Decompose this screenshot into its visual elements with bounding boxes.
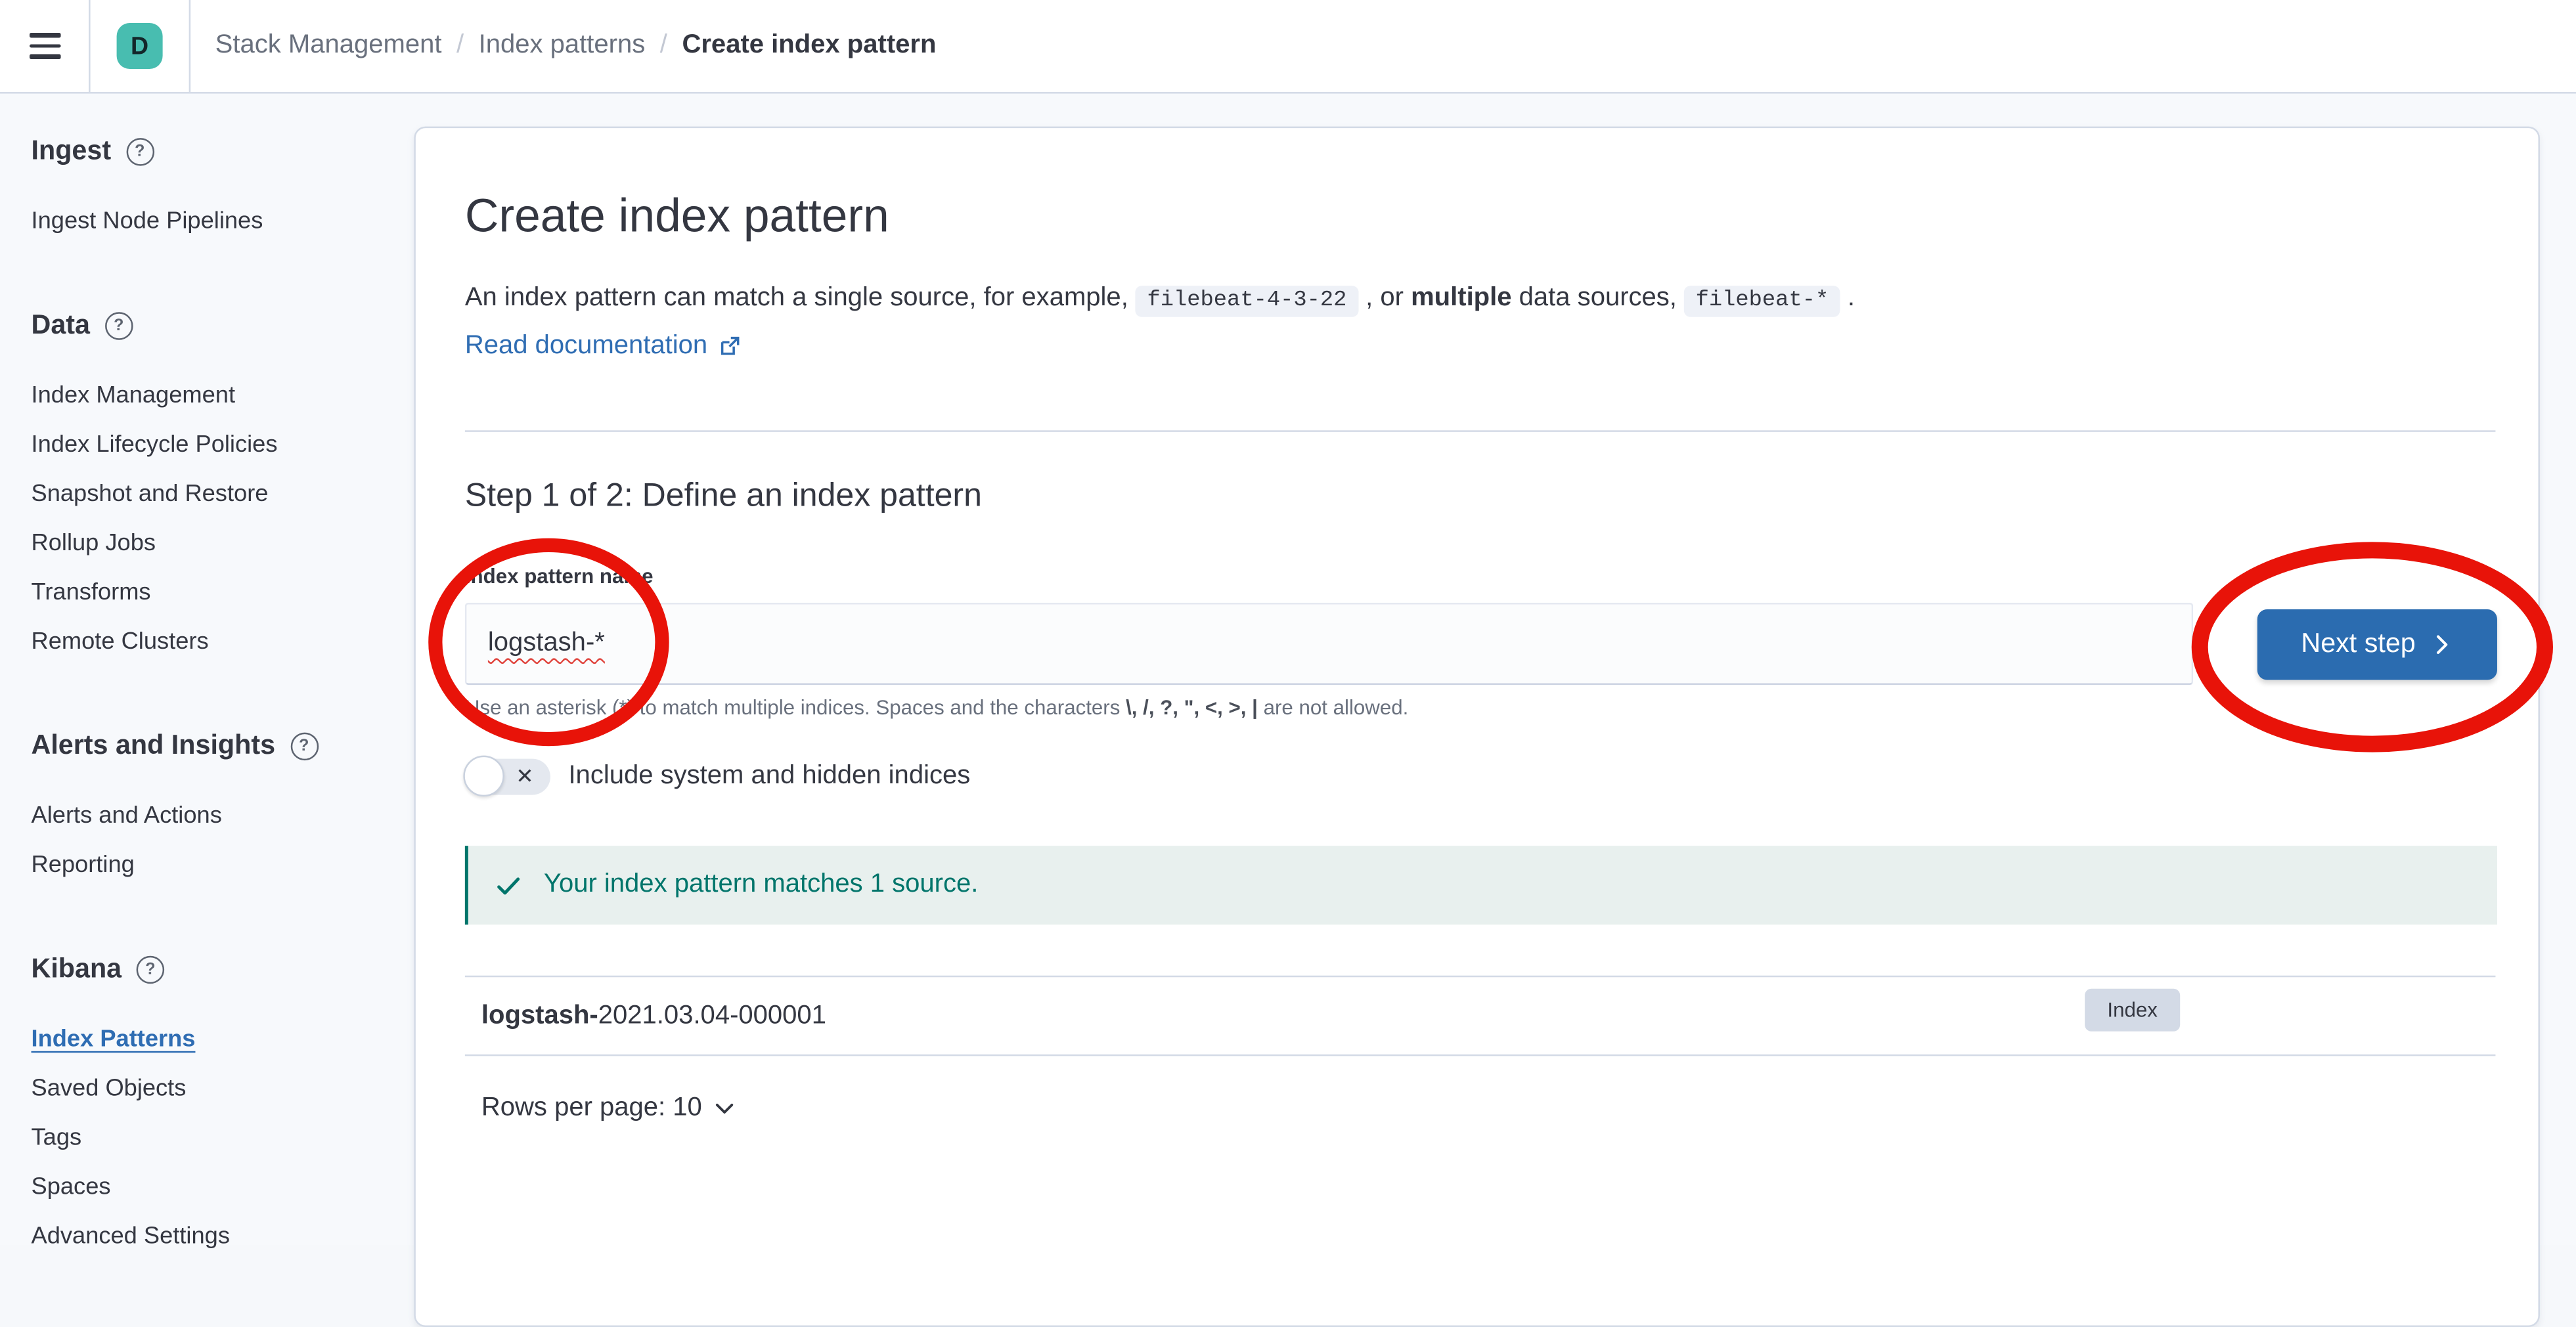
external-link-icon: [717, 335, 740, 358]
sidebar-item-reporting[interactable]: Reporting: [32, 841, 414, 890]
breadcrumb-stack-management[interactable]: Stack Management: [215, 32, 442, 61]
code-chip: filebeat-*: [1684, 286, 1840, 317]
intro-part: data sources,: [1519, 284, 1677, 313]
rows-per-page-label: Rows per page: 10: [481, 1094, 702, 1123]
sidebar-item-index-lifecycle-policies[interactable]: Index Lifecycle Policies: [32, 420, 414, 469]
help-icon[interactable]: ?: [126, 137, 154, 165]
row-name-rest: 2021.03.04-000001: [598, 1001, 826, 1030]
menu-button[interactable]: [0, 0, 91, 92]
include-hidden-toggle[interactable]: ✕: [465, 759, 550, 795]
read-documentation-link[interactable]: Read documentation: [465, 327, 740, 366]
rows-per-page-button[interactable]: Rows per page: 10: [481, 1094, 735, 1123]
intro-text: An index pattern can match a single sour…: [465, 279, 2489, 322]
toggle-knob: [463, 756, 504, 797]
row-name-match: logstash-: [481, 1001, 598, 1030]
section-title-text: Alerts and Insights: [32, 730, 276, 762]
breadcrumb: Stack Management / Index patterns / Crea…: [215, 32, 937, 61]
row-name: logstash-2021.03.04-000001: [481, 1001, 826, 1031]
help-icon[interactable]: ?: [290, 731, 319, 760]
intro-part: An index pattern can match a single sour…: [465, 284, 1128, 313]
section-title-text: Data: [32, 309, 90, 341]
management-sidebar: Ingest ? Ingest Node Pipelines Data ? In…: [0, 92, 414, 1245]
sidebar-item-saved-objects[interactable]: Saved Objects: [32, 1064, 414, 1114]
sidebar-item-advanced-settings[interactable]: Advanced Settings: [32, 1212, 414, 1261]
sidebar-item-alerts-and-actions[interactable]: Alerts and Actions: [32, 792, 414, 841]
sidebar-item-ingest-node-pipelines[interactable]: Ingest Node Pipelines: [32, 197, 414, 246]
section-title-text: Ingest: [32, 135, 112, 167]
space-switcher[interactable]: D: [91, 0, 191, 92]
success-callout: Your index pattern matches 1 source.: [465, 846, 2497, 925]
sidebar-item-index-patterns[interactable]: Index Patterns: [32, 1015, 414, 1064]
step-heading: Step 1 of 2: Define an index pattern: [465, 475, 982, 517]
section-title-text: Kibana: [32, 953, 122, 985]
sidebar-section-kibana: Kibana ? Index Patterns Saved Objects Ta…: [32, 953, 414, 1261]
read-documentation-label: Read documentation: [465, 327, 707, 366]
chevron-down-icon: [715, 1099, 735, 1118]
table-divider: [465, 1055, 2496, 1056]
intro-bold: multiple: [1411, 284, 1511, 313]
sidebar-item-tags[interactable]: Tags: [32, 1114, 414, 1163]
include-hidden-indices-row: ✕ Include system and hidden indices: [465, 756, 970, 798]
create-index-pattern-panel: Create index pattern An index pattern ca…: [414, 127, 2540, 1327]
sidebar-section-title-ingest: Ingest ?: [32, 135, 414, 167]
helper-chars: \, /, ?, ", <, >, |: [1126, 697, 1258, 720]
helper-post: are not allowed.: [1264, 697, 1409, 720]
toggle-label: Include system and hidden indices: [568, 762, 970, 792]
next-step-label: Next step: [2301, 629, 2415, 661]
breadcrumb-separator: /: [456, 32, 464, 61]
sidebar-section-title-alerts-insights: Alerts and Insights ?: [32, 729, 414, 762]
sidebar-item-index-management[interactable]: Index Management: [32, 371, 414, 420]
sidebar-section-data: Data ? Index Management Index Lifecycle …: [32, 309, 414, 666]
sidebar-section-title-data: Data ?: [32, 309, 414, 341]
helper-pre: Use an asterisk (*) to match multiple in…: [465, 697, 1121, 720]
sidebar-item-spaces[interactable]: Spaces: [32, 1163, 414, 1212]
index-pattern-value: logstash-*: [488, 629, 605, 659]
sidebar-item-snapshot-and-restore[interactable]: Snapshot and Restore: [32, 469, 414, 519]
breadcrumb-index-patterns[interactable]: Index patterns: [479, 32, 646, 61]
kibana-page: D Stack Management / Index patterns / Cr…: [0, 0, 2576, 1245]
sidebar-section-alerts-insights: Alerts and Insights ? Alerts and Actions…: [32, 729, 414, 890]
divider: [465, 430, 2496, 432]
toggle-off-x-icon: ✕: [516, 764, 533, 790]
intro-part: .: [1848, 284, 1855, 313]
sidebar-item-remote-clusters[interactable]: Remote Clusters: [32, 617, 414, 666]
space-avatar: D: [117, 23, 163, 69]
sidebar-item-transforms[interactable]: Transforms: [32, 568, 414, 617]
sidebar-item-rollup-jobs[interactable]: Rollup Jobs: [32, 519, 414, 568]
index-pattern-input[interactable]: logstash-*: [465, 603, 2193, 685]
help-icon[interactable]: ?: [104, 311, 133, 339]
breadcrumb-create-index-pattern: Create index pattern: [682, 32, 936, 61]
callout-message: Your index pattern matches 1 source.: [544, 871, 978, 900]
chevron-right-icon: [2432, 634, 2454, 655]
top-header-bar: D Stack Management / Index patterns / Cr…: [0, 0, 2576, 94]
input-helper-text: Use an asterisk (*) to match multiple in…: [465, 695, 1409, 721]
next-step-button[interactable]: Next step: [2257, 609, 2497, 680]
code-chip: filebeat-4-3-22: [1136, 286, 1358, 317]
sidebar-section-title-kibana: Kibana ?: [32, 953, 414, 986]
breadcrumb-separator: /: [660, 32, 667, 61]
help-icon[interactable]: ?: [137, 955, 165, 983]
page-title: Create index pattern: [465, 189, 889, 245]
sidebar-section-ingest: Ingest ? Ingest Node Pipelines: [32, 135, 414, 246]
check-icon: [495, 871, 523, 900]
index-pattern-name-label: Index pattern name: [465, 565, 654, 588]
hamburger-icon: [29, 33, 60, 58]
table-row: logstash-2021.03.04-000001 Index: [465, 977, 2496, 1055]
index-badge: Index: [2085, 989, 2180, 1032]
intro-part: , or: [1366, 284, 1404, 313]
